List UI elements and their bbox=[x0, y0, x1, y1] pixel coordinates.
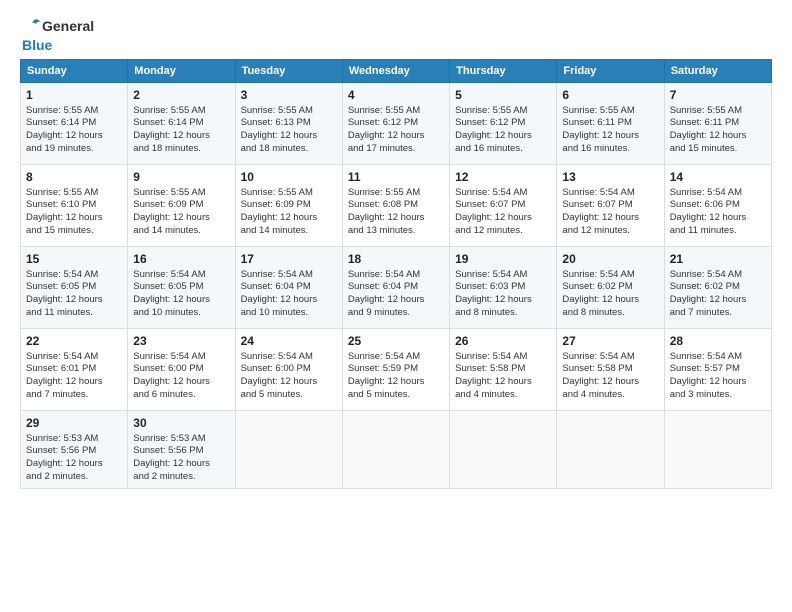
table-row: 14 Sunrise: 5:54 AM Sunset: 6:06 PM Dayl… bbox=[664, 165, 771, 247]
calendar-header-row: Sunday Monday Tuesday Wednesday Thursday… bbox=[21, 60, 772, 83]
empty-cell bbox=[557, 411, 664, 488]
col-sunday: Sunday bbox=[21, 60, 128, 83]
table-row: 4 Sunrise: 5:55 AM Sunset: 6:12 PM Dayli… bbox=[342, 83, 449, 165]
table-row: 28 Sunrise: 5:54 AM Sunset: 5:57 PM Dayl… bbox=[664, 329, 771, 411]
col-saturday: Saturday bbox=[664, 60, 771, 83]
header: General Blue bbox=[20, 16, 772, 53]
empty-cell bbox=[235, 411, 342, 488]
table-row: 22 Sunrise: 5:54 AM Sunset: 6:01 PM Dayl… bbox=[21, 329, 128, 411]
empty-cell bbox=[342, 411, 449, 488]
table-row: 27 Sunrise: 5:54 AM Sunset: 5:58 PM Dayl… bbox=[557, 329, 664, 411]
table-row: 16 Sunrise: 5:54 AM Sunset: 6:05 PM Dayl… bbox=[128, 247, 235, 329]
calendar-week-4: 22 Sunrise: 5:54 AM Sunset: 6:01 PM Dayl… bbox=[21, 329, 772, 411]
logo-general: General bbox=[42, 19, 94, 34]
table-row: 10 Sunrise: 5:55 AM Sunset: 6:09 PM Dayl… bbox=[235, 165, 342, 247]
table-row: 1 Sunrise: 5:55 AM Sunset: 6:14 PM Dayli… bbox=[21, 83, 128, 165]
table-row: 5 Sunrise: 5:55 AM Sunset: 6:12 PM Dayli… bbox=[450, 83, 557, 165]
table-row: 24 Sunrise: 5:54 AM Sunset: 6:00 PM Dayl… bbox=[235, 329, 342, 411]
col-tuesday: Tuesday bbox=[235, 60, 342, 83]
logo-blue: Blue bbox=[22, 38, 52, 53]
table-row: 12 Sunrise: 5:54 AM Sunset: 6:07 PM Dayl… bbox=[450, 165, 557, 247]
logo: General Blue bbox=[20, 16, 94, 53]
table-row: 13 Sunrise: 5:54 AM Sunset: 6:07 PM Dayl… bbox=[557, 165, 664, 247]
calendar-week-2: 8 Sunrise: 5:55 AM Sunset: 6:10 PM Dayli… bbox=[21, 165, 772, 247]
col-monday: Monday bbox=[128, 60, 235, 83]
calendar-table: Sunday Monday Tuesday Wednesday Thursday… bbox=[20, 59, 772, 488]
page: General Blue Sunday Monday Tuesday Wedne… bbox=[0, 0, 792, 612]
empty-cell bbox=[450, 411, 557, 488]
table-row: 25 Sunrise: 5:54 AM Sunset: 5:59 PM Dayl… bbox=[342, 329, 449, 411]
table-row: 11 Sunrise: 5:55 AM Sunset: 6:08 PM Dayl… bbox=[342, 165, 449, 247]
table-row: 15 Sunrise: 5:54 AM Sunset: 6:05 PM Dayl… bbox=[21, 247, 128, 329]
col-friday: Friday bbox=[557, 60, 664, 83]
table-row: 23 Sunrise: 5:54 AM Sunset: 6:00 PM Dayl… bbox=[128, 329, 235, 411]
logo-bird-icon bbox=[20, 16, 42, 38]
calendar-week-5: 29 Sunrise: 5:53 AM Sunset: 5:56 PM Dayl… bbox=[21, 411, 772, 488]
table-row: 20 Sunrise: 5:54 AM Sunset: 6:02 PM Dayl… bbox=[557, 247, 664, 329]
table-row: 21 Sunrise: 5:54 AM Sunset: 6:02 PM Dayl… bbox=[664, 247, 771, 329]
table-row: 7 Sunrise: 5:55 AM Sunset: 6:11 PM Dayli… bbox=[664, 83, 771, 165]
table-row: 8 Sunrise: 5:55 AM Sunset: 6:10 PM Dayli… bbox=[21, 165, 128, 247]
table-row: 17 Sunrise: 5:54 AM Sunset: 6:04 PM Dayl… bbox=[235, 247, 342, 329]
table-row: 2 Sunrise: 5:55 AM Sunset: 6:14 PM Dayli… bbox=[128, 83, 235, 165]
empty-cell bbox=[664, 411, 771, 488]
calendar-week-3: 15 Sunrise: 5:54 AM Sunset: 6:05 PM Dayl… bbox=[21, 247, 772, 329]
table-row: 29 Sunrise: 5:53 AM Sunset: 5:56 PM Dayl… bbox=[21, 411, 128, 488]
table-row: 6 Sunrise: 5:55 AM Sunset: 6:11 PM Dayli… bbox=[557, 83, 664, 165]
table-row: 9 Sunrise: 5:55 AM Sunset: 6:09 PM Dayli… bbox=[128, 165, 235, 247]
col-thursday: Thursday bbox=[450, 60, 557, 83]
table-row: 19 Sunrise: 5:54 AM Sunset: 6:03 PM Dayl… bbox=[450, 247, 557, 329]
table-row: 30 Sunrise: 5:53 AM Sunset: 5:56 PM Dayl… bbox=[128, 411, 235, 488]
table-row: 3 Sunrise: 5:55 AM Sunset: 6:13 PM Dayli… bbox=[235, 83, 342, 165]
col-wednesday: Wednesday bbox=[342, 60, 449, 83]
table-row: 26 Sunrise: 5:54 AM Sunset: 5:58 PM Dayl… bbox=[450, 329, 557, 411]
table-row: 18 Sunrise: 5:54 AM Sunset: 6:04 PM Dayl… bbox=[342, 247, 449, 329]
calendar-week-1: 1 Sunrise: 5:55 AM Sunset: 6:14 PM Dayli… bbox=[21, 83, 772, 165]
